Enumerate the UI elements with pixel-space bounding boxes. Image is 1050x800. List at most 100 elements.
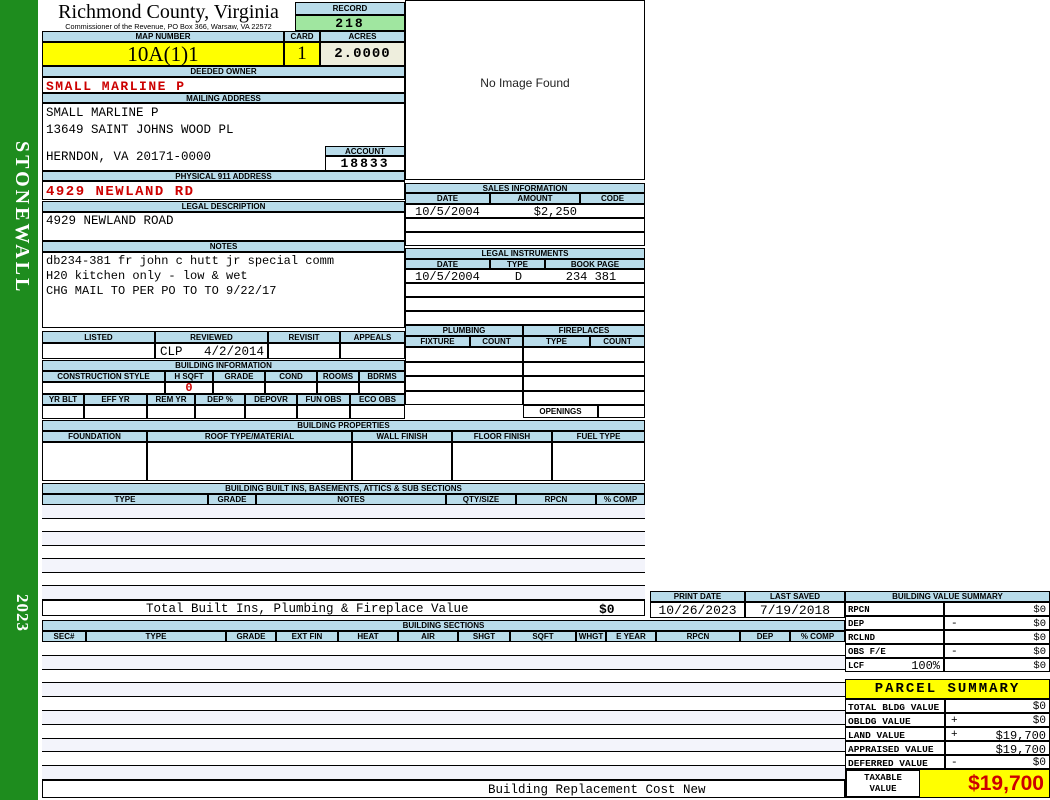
building-section-row [42, 697, 845, 711]
ps-value-appraised: $19,700 [945, 741, 1050, 755]
col-bi-type: TYPE [42, 494, 208, 505]
col-sales-code: CODE [580, 193, 645, 204]
rem-yr-value [147, 405, 195, 419]
roof-type-value [147, 442, 352, 481]
building-section-row [42, 683, 845, 698]
ps-label-total-bldg: TOTAL BLDG VALUE [845, 699, 945, 713]
sales-row-2 [405, 218, 645, 232]
sales-row-1: 10/5/2004 $2,250 [405, 204, 645, 218]
taxable-value-amount: $19,700 [968, 772, 1044, 795]
col-eco-obs: ECO OBS [350, 394, 405, 405]
col-fun-obs: FUN OBS [297, 394, 350, 405]
floor-finish-value [452, 442, 552, 481]
notes-label: NOTES [42, 241, 405, 252]
bvs-value-dep: - $0 [944, 616, 1050, 630]
col-bs-type: TYPE [86, 631, 226, 642]
acres-label: ACRES [320, 31, 405, 42]
col-bs-comp: % COMP [790, 631, 845, 642]
fun-obs-value [297, 405, 350, 419]
plumbing-title: PLUMBING [405, 325, 523, 336]
no-image-message: No Image Found [480, 76, 570, 90]
rooms-value [317, 382, 359, 394]
col-fixture: FIXTURE [405, 336, 470, 347]
building-sections-title: BUILDING SECTIONS [42, 620, 845, 631]
col-fireplace-type: TYPE [523, 336, 590, 347]
taxable-value-label: TAXABLE VALUE [846, 770, 920, 797]
col-bs-rpcn: RPCN [656, 631, 740, 642]
col-plumbing-count: COUNT [470, 336, 523, 347]
reviewed-label: REVIEWED [155, 331, 268, 343]
district-name: STONEWALL [11, 140, 33, 295]
ps-label-deferred: DEFERRED VALUE [845, 755, 945, 769]
foundation-value [42, 442, 147, 481]
hsqft-value: 0 [165, 382, 213, 394]
built-ins-total-label: Total Built Ins, Plumbing & Fireplace Va… [146, 602, 469, 616]
notes-line-2: H20 kitchen only - low & wet [46, 269, 248, 283]
col-ext-fin: EXT FIN [276, 631, 338, 642]
bdrms-value [359, 382, 405, 394]
col-bi-notes: NOTES [256, 494, 446, 505]
bvs-value-rpcn: $0 [944, 602, 1050, 616]
ps-value-obldg: + $0 [945, 713, 1050, 727]
legal-instrument-row-4 [405, 311, 645, 325]
col-construction-style: CONSTRUCTION STYLE [42, 371, 165, 382]
reviewed-by: CLP [160, 345, 183, 359]
fireplace-row [523, 376, 645, 391]
fuel-type-value [552, 442, 645, 481]
col-floor-finish: FLOOR FINISH [452, 431, 552, 442]
depovr-value [245, 405, 297, 419]
bvs-label-rclnd: RCLND [845, 630, 944, 644]
bvs-value-lcf: $0 [944, 658, 1050, 672]
bvs-value-rclnd: $0 [944, 630, 1050, 644]
plumbing-row [405, 347, 523, 362]
li-date: 10/5/2004 [415, 270, 480, 283]
li-type: D [514, 270, 523, 283]
sale-amount: $2,250 [533, 205, 577, 218]
col-fuel-type: FUEL TYPE [552, 431, 645, 442]
ps-label-obldg: OBLDG VALUE [845, 713, 945, 727]
image-panel: No Image Found [405, 0, 645, 180]
building-section-row [42, 655, 845, 670]
col-foundation: FOUNDATION [42, 431, 147, 442]
building-section-row [42, 766, 845, 780]
building-section-row [42, 738, 845, 753]
built-ins-row [42, 559, 645, 573]
mailing-address-label: MAILING ADDRESS [42, 93, 405, 103]
revisit-value [268, 343, 340, 359]
notes-line-3: CHG MAIL TO PER PO TO TO 9/22/17 [46, 284, 277, 298]
col-bi-comp: % COMP [596, 494, 645, 505]
taxable-value-row: TAXABLE VALUE $19,700 [845, 769, 1050, 798]
fireplace-row [523, 361, 645, 376]
last-saved-value: 7/19/2018 [745, 602, 845, 618]
legal-instruments-title: LEGAL INSTRUMENTS [405, 248, 645, 259]
col-eyear: E YEAR [606, 631, 656, 642]
col-sales-date: DATE [405, 193, 490, 204]
legal-description-value: 4929 NEWLAND ROAD [46, 214, 174, 228]
col-bi-qty: QTY/SIZE [446, 494, 516, 505]
col-air: AIR [398, 631, 458, 642]
built-ins-row [42, 573, 645, 586]
property-record-card: STONEWALL 2023 Richmond County, Virginia… [0, 0, 1050, 800]
physical-address-label: PHYSICAL 911 ADDRESS [42, 171, 405, 181]
bvs-label-obs: OBS F/E [845, 644, 944, 658]
commissioner-line: Commissioner of the Revenue, PO Box 366,… [65, 22, 272, 31]
col-grade: GRADE [213, 371, 265, 382]
ps-value-deferred: - $0 [945, 755, 1050, 769]
cond-value [265, 382, 317, 394]
lcf-percent: 100% [911, 659, 940, 672]
col-bs-grade: GRADE [226, 631, 276, 642]
building-section-row [42, 725, 845, 739]
legal-instrument-row-2 [405, 283, 645, 297]
built-ins-row [42, 505, 645, 519]
mailing-line-3: HERNDON, VA 20171-0000 [46, 150, 212, 164]
col-rem-yr: REM YR [147, 394, 195, 405]
col-yr-blt: YR BLT [42, 394, 84, 405]
col-shgt: SHGT [458, 631, 510, 642]
plumbing-row [405, 390, 523, 405]
footer-row: Building Replacement Cost New [42, 780, 845, 798]
reviewed-value: CLP 4/2/2014 [155, 343, 268, 359]
legal-description-label: LEGAL DESCRIPTION [42, 201, 405, 212]
sales-row-3 [405, 232, 645, 246]
building-section-row [42, 752, 845, 767]
appeals-value [340, 343, 405, 359]
